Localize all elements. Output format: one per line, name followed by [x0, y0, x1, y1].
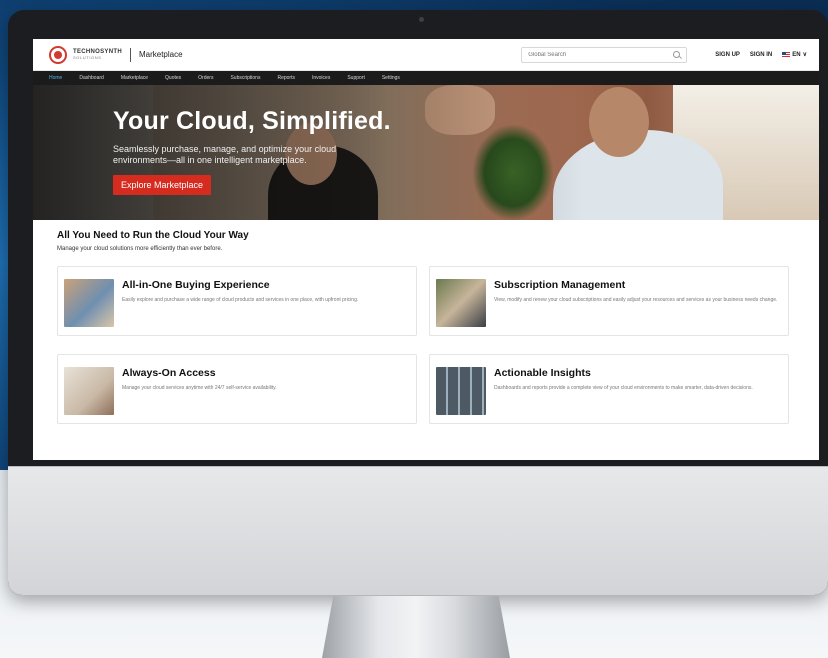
top-header: TECHNOSYNTH SOLUTIONS Marketplace SIGN U… [33, 39, 819, 71]
nav-item-subscriptions[interactable]: Subscriptions [230, 75, 260, 81]
search-input[interactable] [528, 51, 674, 58]
feature-desc: Dashboards and reports provide a complet… [494, 385, 753, 391]
feature-desc: Easily explore and purchase a wide range… [122, 297, 359, 303]
us-flag-icon [782, 52, 791, 57]
feature-desc: View, modify and renew your cloud subscr… [494, 297, 778, 303]
features-section: All You Need to Run the Cloud Your Way M… [33, 220, 819, 424]
sign-up-link[interactable]: SIGN UP [715, 52, 740, 58]
feature-card-access[interactable]: Always-On Access Manage your cloud servi… [57, 354, 417, 424]
camera-dot [419, 17, 424, 22]
feature-grid: All-in-One Buying Experience Easily expl… [57, 266, 795, 424]
nav-item-invoices[interactable]: Invoices [312, 75, 330, 81]
section-title: All You Need to Run the Cloud Your Way [57, 230, 249, 241]
main-nav: Home Dashboard Marketplace Quotes Orders… [33, 71, 819, 85]
feature-title: Always-On Access [122, 367, 216, 379]
hero-content: Your Cloud, Simplified. Seamlessly purch… [113, 107, 391, 195]
hero-subtitle: Seamlessly purchase, manage, and optimiz… [113, 144, 337, 166]
global-search[interactable] [521, 46, 688, 63]
nav-item-settings[interactable]: Settings [382, 75, 400, 81]
feature-card-subscriptions[interactable]: Subscription Management View, modify and… [429, 266, 789, 336]
feature-card-insights[interactable]: Actionable Insights Dashboards and repor… [429, 354, 789, 424]
feature-title: Actionable Insights [494, 367, 591, 379]
nav-item-reports[interactable]: Reports [277, 75, 295, 81]
explore-marketplace-button[interactable]: Explore Marketplace [113, 174, 212, 195]
feature-image-subscriptions [436, 279, 486, 327]
hero-title: Your Cloud, Simplified. [113, 107, 391, 135]
brand-title: Marketplace [138, 50, 183, 59]
feature-desc: Manage your cloud services anytime with … [122, 385, 277, 391]
logo-tagline: SOLUTIONS [73, 55, 102, 60]
nav-item-quotes[interactable]: Quotes [165, 75, 181, 81]
hero-banner: Your Cloud, Simplified. Seamlessly purch… [33, 85, 819, 220]
feature-image-insights [436, 367, 486, 415]
section-subtitle: Manage your cloud solutions more efficie… [57, 246, 223, 252]
nav-item-home[interactable]: Home [49, 75, 62, 81]
header-divider [129, 47, 131, 62]
account-links: SIGN UP SIGN IN EN ∨ [715, 51, 807, 59]
nav-item-orders[interactable]: Orders [198, 75, 213, 81]
nav-item-marketplace[interactable]: Marketplace [121, 75, 148, 81]
logo-icon[interactable] [49, 45, 67, 64]
monitor-frame: TECHNOSYNTH SOLUTIONS Marketplace SIGN U… [8, 10, 828, 595]
feature-image-buying [64, 279, 114, 327]
screen: TECHNOSYNTH SOLUTIONS Marketplace SIGN U… [33, 39, 819, 460]
search-icon[interactable] [673, 51, 681, 58]
chevron-down-icon: ∨ [802, 52, 807, 58]
feature-title: Subscription Management [494, 279, 626, 291]
feature-image-access [64, 367, 114, 415]
feature-title: All-in-One Buying Experience [122, 279, 270, 291]
logo-text[interactable]: TECHNOSYNTH SOLUTIONS [73, 49, 122, 60]
nav-item-dashboard[interactable]: Dashboard [79, 75, 103, 81]
nav-item-support[interactable]: Support [347, 75, 365, 81]
monitor-stand [322, 596, 510, 658]
language-selector[interactable]: EN ∨ [782, 51, 807, 58]
feature-card-buying[interactable]: All-in-One Buying Experience Easily expl… [57, 266, 417, 336]
monitor-chin [8, 466, 828, 595]
language-code: EN [792, 51, 801, 58]
sign-in-link[interactable]: SIGN IN [750, 52, 772, 58]
